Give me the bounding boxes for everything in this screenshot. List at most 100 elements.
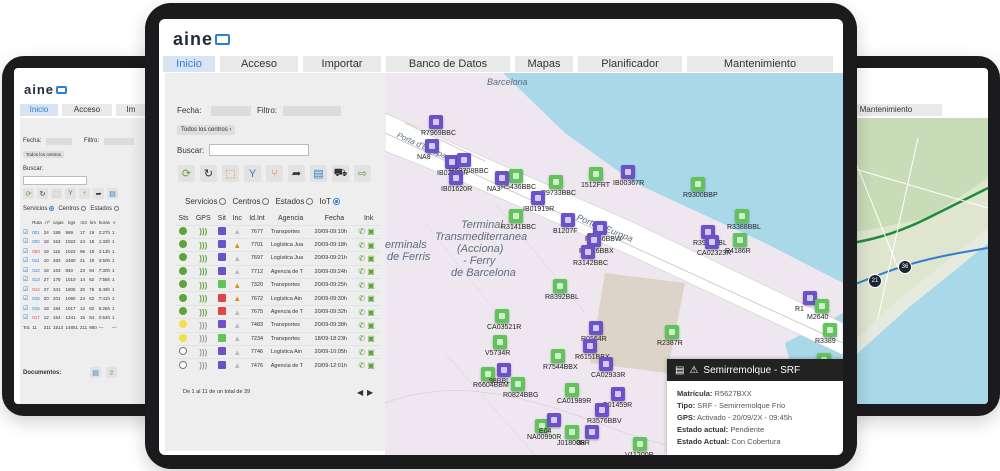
row-checkbox[interactable]: ☑ <box>22 237 31 247</box>
vehicle-marker-icon[interactable] <box>495 171 509 185</box>
vehicle-marker-icon[interactable] <box>595 403 609 417</box>
export-icon[interactable]: ⇪ <box>106 367 117 378</box>
table-row[interactable]: ))) ▲ 7672 Logística Ain 20/09-09:30h ✆ ▣ <box>175 291 381 306</box>
vehicle-marker-icon[interactable] <box>589 321 603 335</box>
filtro-field[interactable] <box>104 138 134 145</box>
vehicle-marker-icon[interactable] <box>457 153 471 167</box>
row-checkbox[interactable]: ☑ <box>22 228 31 238</box>
tab-importar[interactable]: Importar <box>303 56 381 72</box>
vehicle-marker-icon[interactable] <box>429 115 443 129</box>
table-row[interactable]: ))) ▲ 7476 Agencia de T 20/09-12:01h ✆ ▣ <box>175 358 381 373</box>
vehicle-marker-icon[interactable] <box>497 363 511 377</box>
radio-servicios[interactable]: Servicios <box>23 206 55 212</box>
row-checkbox[interactable]: ☑ <box>22 247 31 257</box>
tab-acceso[interactable]: Acceso <box>220 56 298 72</box>
table-row[interactable]: ))) ▲ 7675 Agencia de T 20/09-09:32h ✆ ▣ <box>175 304 381 319</box>
whatsapp-icon[interactable]: ✆ <box>358 241 365 250</box>
row-checkbox[interactable]: ☑ <box>22 304 31 314</box>
vehicle-marker-icon[interactable] <box>509 209 523 223</box>
vehicle-marker-icon[interactable] <box>565 425 579 439</box>
vehicle-marker-icon[interactable] <box>705 235 719 249</box>
map-pin[interactable]: 36 <box>898 260 912 274</box>
document-icon[interactable]: ▤ <box>107 188 118 199</box>
refresh-green-icon[interactable]: ⟳ <box>23 188 34 199</box>
table-row[interactable]: ))) ▲ 7234 Transportes 18/09-18:23h ✆ ▣ <box>175 331 381 346</box>
vehicle-marker-icon[interactable] <box>733 233 747 247</box>
row-checkbox[interactable]: ☑ <box>22 266 31 276</box>
chat-icon[interactable]: ▣ <box>365 227 375 236</box>
table-row[interactable]: ))) ▲ 7320 Transportes 20/09-09:25h ✆ ▣ <box>175 278 381 292</box>
whatsapp-icon[interactable]: ✆ <box>358 294 365 303</box>
vehicle-marker-icon[interactable] <box>547 413 561 427</box>
table-row[interactable]: ☑ 002 18 153 1023 24 18 1:33h 1 <box>22 237 117 247</box>
centros-button[interactable]: Todos los centros <box>23 151 65 158</box>
row-checkbox[interactable]: ☑ <box>22 256 31 266</box>
whatsapp-icon[interactable]: ✆ <box>358 227 365 236</box>
document-icon[interactable]: ▤ <box>90 367 101 378</box>
refresh-green-icon[interactable]: ⟳ <box>178 165 195 182</box>
chat-icon[interactable]: ▣ <box>365 348 375 357</box>
chat-icon[interactable]: ▣ <box>365 281 375 290</box>
whatsapp-icon[interactable]: ✆ <box>358 281 365 290</box>
row-checkbox[interactable]: ☑ <box>22 275 31 285</box>
table-row[interactable]: ☑ 003 18 115 1023 96 18 2:13h 1 <box>22 247 117 257</box>
whatsapp-icon[interactable]: ✆ <box>358 321 365 330</box>
vehicle-marker-icon[interactable] <box>565 383 579 397</box>
vehicle-marker-icon[interactable] <box>561 213 575 227</box>
tab-inicio[interactable]: Inicio <box>20 104 58 116</box>
table-row[interactable]: ))) ▲ 7746 Logística Ain 20/09-10:05h ✆ ▣ <box>175 345 381 359</box>
vehicle-marker-icon[interactable] <box>735 209 749 223</box>
select-area-icon[interactable]: ⬚ <box>222 165 239 182</box>
route-icon[interactable]: Y <box>244 165 261 182</box>
tab-inicio[interactable]: Inicio <box>163 56 215 72</box>
chat-icon[interactable]: ▣ <box>365 254 375 263</box>
tab-im[interactable]: Im <box>116 104 146 116</box>
radio-servicios[interactable]: Servicios <box>185 197 227 206</box>
table-row[interactable]: ))) ▲ 7677 Transportes 20/09-09:10h ✆ ▣ <box>175 224 381 239</box>
filtro-field[interactable] <box>283 106 341 116</box>
vehicle-marker-icon[interactable] <box>589 167 603 181</box>
vehicle-marker-icon[interactable] <box>551 349 565 363</box>
vehicle-marker-icon[interactable] <box>425 139 439 153</box>
chat-icon[interactable]: ▣ <box>365 321 375 330</box>
merge-icon[interactable]: ⑂ <box>266 165 283 182</box>
vehicle-marker-icon[interactable] <box>493 335 507 349</box>
vehicle-marker-icon[interactable] <box>823 323 837 337</box>
vehicle-marker-icon[interactable] <box>815 299 829 313</box>
select-area-icon[interactable]: ⬚ <box>51 188 62 199</box>
vehicle-marker-icon[interactable] <box>549 175 563 189</box>
vehicle-marker-icon[interactable] <box>665 325 679 339</box>
share-arrow-icon[interactable]: ➦ <box>93 188 104 199</box>
chat-icon[interactable]: ▣ <box>365 334 375 343</box>
table-row[interactable]: ))) ▲ 7697 Logística Jua 20/09-09:21h ✆ ▣ <box>175 251 381 266</box>
table-row[interactable]: ☑ 017 12 154 1341 15 84 2:54h 1 <box>22 313 117 323</box>
chat-icon[interactable]: ▣ <box>365 308 375 317</box>
whatsapp-icon[interactable]: ✆ <box>358 334 365 343</box>
buscar-input[interactable] <box>23 176 87 185</box>
row-checkbox[interactable]: ☑ <box>22 294 31 304</box>
table-row[interactable]: ))) ▲ 7483 Transportes 20/09-09:38h ✆ ▣ <box>175 318 381 333</box>
whatsapp-icon[interactable]: ✆ <box>358 267 365 276</box>
truck-icon[interactable]: ⛟ <box>332 165 349 182</box>
pager-next-icon[interactable]: ▶ <box>367 388 373 397</box>
pager-prev-icon[interactable]: ◀ <box>357 388 363 397</box>
table-row[interactable]: ☑ 012 18 163 840 23 84 7:30h 1 <box>22 266 117 276</box>
vehicle-marker-icon[interactable] <box>585 425 599 439</box>
table-row[interactable]: ))) ▲ 7712 Agencia de T 20/09-09:24h ✆ ▣ <box>175 264 381 279</box>
vehicle-marker-icon[interactable] <box>621 165 635 179</box>
buscar-input[interactable] <box>209 144 309 156</box>
table-row[interactable]: ☑ 016 18 184 1017 12 82 6:26h 1 <box>22 304 117 314</box>
row-checkbox[interactable]: ☑ <box>22 313 31 323</box>
vehicle-marker-icon[interactable] <box>531 191 545 205</box>
chat-icon[interactable]: ▣ <box>365 267 375 276</box>
whatsapp-icon[interactable]: ✆ <box>358 254 365 263</box>
tab-banco-de-datos[interactable]: Banco de Datos <box>386 56 510 72</box>
fecha-field[interactable] <box>211 106 251 116</box>
vehicle-marker-icon[interactable] <box>509 169 523 183</box>
document-icon[interactable]: ▤ <box>310 165 327 182</box>
table-row[interactable]: ))) ▲ 7701 Logística Jua 20/09-09:18h ✆ ▣ <box>175 237 381 252</box>
vehicle-marker-icon[interactable] <box>599 357 613 371</box>
whatsapp-icon[interactable]: ✆ <box>358 308 365 317</box>
vehicle-marker-icon[interactable] <box>553 279 567 293</box>
merge-icon[interactable]: ⑂ <box>79 188 90 199</box>
